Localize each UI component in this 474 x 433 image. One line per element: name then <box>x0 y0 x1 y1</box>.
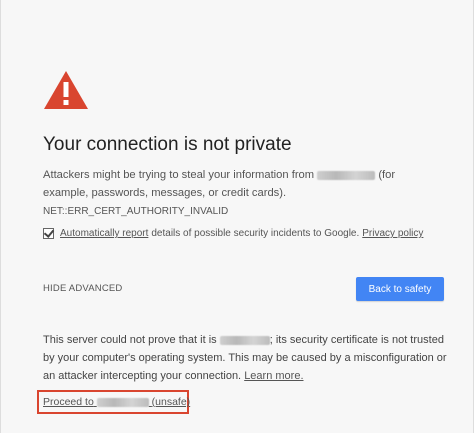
redacted-hostname <box>317 170 376 180</box>
learn-more-link[interactable]: Learn more. <box>244 370 303 382</box>
proceed-suffix: (unsafe) <box>151 396 191 408</box>
proceed-prefix: Proceed to <box>43 396 94 408</box>
privacy-policy-link[interactable]: Privacy policy <box>362 228 423 239</box>
redacted-hostname-3 <box>96 397 149 407</box>
back-to-safety-button[interactable]: Back to safety <box>356 277 444 301</box>
page-title: Your connection is not private <box>43 134 292 155</box>
warning-triangle-icon <box>44 71 88 109</box>
hide-advanced-button[interactable]: HIDE ADVANCED <box>43 283 123 294</box>
advanced-details: This server could not prove that it is ;… <box>43 331 448 385</box>
report-row: Automatically report details of possible… <box>43 227 423 239</box>
details-text: This server could not prove that it is <box>43 334 217 346</box>
error-code: NET::ERR_CERT_AUTHORITY_INVALID <box>43 206 229 217</box>
proceed-unsafe-link[interactable]: Proceed to (unsafe) <box>43 396 190 408</box>
error-description: Attackers might be trying to steal your … <box>43 166 443 221</box>
checkmark-icon <box>43 227 55 238</box>
description-text: Attackers might be trying to steal your … <box>43 169 315 181</box>
automatically-report-link[interactable]: Automatically report <box>60 228 148 239</box>
interstitial-page: Your connection is not private Attackers… <box>0 0 474 433</box>
redacted-hostname-2 <box>219 335 270 345</box>
report-checkbox[interactable] <box>43 227 55 239</box>
report-text: details of possible security incidents t… <box>151 228 360 239</box>
